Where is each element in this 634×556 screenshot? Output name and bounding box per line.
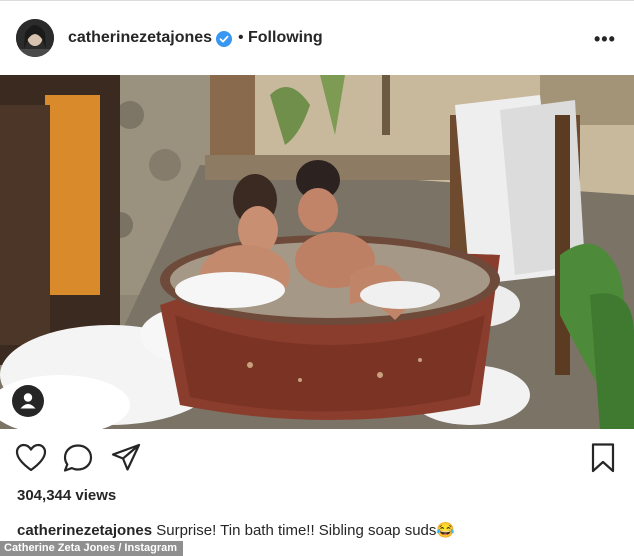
more-options-button[interactable]: •••: [594, 29, 616, 50]
following-button[interactable]: Following: [248, 29, 323, 47]
instagram-post: catherinezetajones • Following ••• 304,3…: [0, 0, 634, 556]
heart-icon[interactable]: [14, 441, 48, 475]
share-icon[interactable]: [109, 441, 143, 475]
caption-username[interactable]: catherinezetajones: [17, 522, 152, 539]
username[interactable]: catherinezetajones: [68, 29, 212, 47]
post-video[interactable]: [0, 75, 634, 429]
view-count: 304,344 views: [17, 487, 117, 504]
caption-text: Surprise! Tin bath time!! Sibling soap s…: [152, 522, 456, 539]
action-bar: [0, 441, 634, 479]
comment-icon[interactable]: [61, 441, 95, 475]
video-frame: [0, 75, 634, 429]
post-header: catherinezetajones • Following •••: [0, 1, 634, 75]
avatar[interactable]: [16, 19, 54, 57]
bookmark-icon[interactable]: [586, 441, 620, 475]
user-tag-icon[interactable]: [12, 385, 44, 417]
header-separator: •: [238, 29, 244, 46]
photo-credit: Catherine Zeta Jones / Instagram: [0, 541, 183, 556]
verified-badge-icon: [216, 31, 232, 47]
post-caption: catherinezetajones Surprise! Tin bath ti…: [17, 521, 455, 539]
